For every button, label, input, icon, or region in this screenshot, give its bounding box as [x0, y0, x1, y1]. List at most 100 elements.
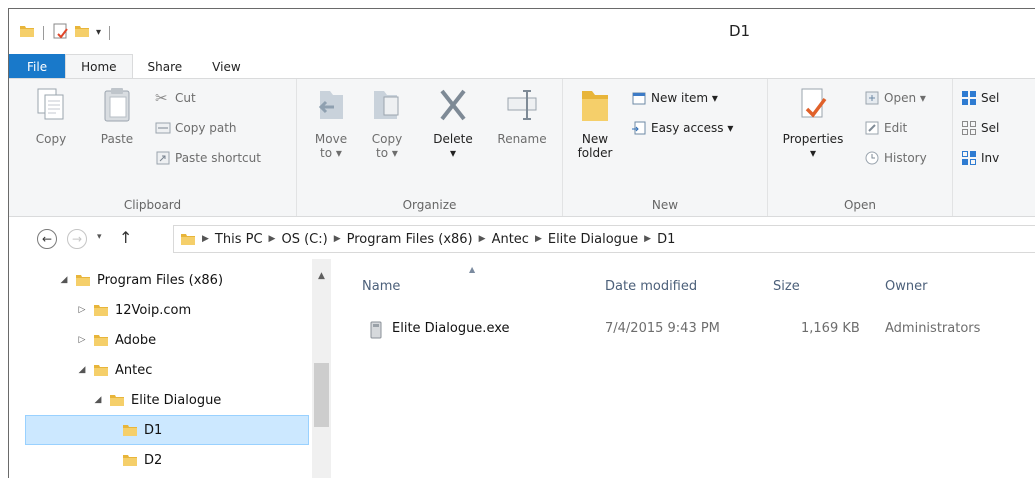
customize-qat-dropdown[interactable]: ▾: [96, 27, 101, 38]
navigation-scrollbar[interactable]: ▲: [312, 259, 331, 478]
content-area: ◢ Program Files (x86) ▷ 12Voip.com ▷ Ado…: [9, 259, 1035, 478]
copy-to-icon: [374, 91, 399, 119]
history-clock-icon: [865, 151, 879, 165]
properties-button[interactable]: Properties ▾: [776, 85, 850, 160]
tree-item-label: D1: [144, 422, 163, 438]
new-folder-qat-icon[interactable]: [74, 23, 90, 42]
new-folder-icon: [582, 91, 608, 121]
clipboard-icon: [104, 88, 130, 122]
delete-button[interactable]: Delete ▾: [427, 85, 479, 160]
group-label-new: New: [651, 198, 679, 212]
expanded-arrow-icon[interactable]: ◢: [93, 395, 103, 405]
breadcrumb-antec[interactable]: Antec: [492, 232, 529, 247]
cut-button[interactable]: ✂ Cut: [155, 87, 196, 109]
folder-icon: [110, 395, 124, 406]
address-path[interactable]: ▶ This PC ▶ OS (C:) ▶ Program Files (x86…: [173, 225, 1035, 253]
copy-path-label: Copy path: [175, 121, 237, 135]
rename-button[interactable]: Rename: [491, 85, 553, 146]
window-title: D1: [729, 22, 751, 40]
tree-item-antec[interactable]: ◢ Antec: [77, 355, 153, 385]
breadcrumb-os-c[interactable]: OS (C:): [281, 232, 327, 247]
scroll-thumb[interactable]: [314, 363, 329, 427]
breadcrumb-separator[interactable]: ▶: [479, 234, 486, 244]
easy-access-button[interactable]: Easy access ▾: [631, 117, 733, 139]
folder-icon: [181, 234, 195, 245]
tree-item-12voip[interactable]: ▷ 12Voip.com: [77, 295, 192, 325]
edit-pencil-icon: [865, 121, 879, 135]
breadcrumb-separator[interactable]: ▶: [269, 234, 276, 244]
breadcrumb-elite-dialogue[interactable]: Elite Dialogue: [548, 232, 638, 247]
delete-dropdown[interactable]: ▾: [427, 146, 479, 160]
group-label-organize: Organize: [402, 198, 457, 212]
paste-label: Paste: [100, 132, 134, 146]
select-none-button[interactable]: Sel: [961, 117, 999, 139]
invert-selection-label: Inv: [981, 151, 1000, 165]
table-row[interactable]: Elite Dialogue.exe 7/4/2015 9:43 PM 1,16…: [339, 317, 1019, 341]
file-owner: Administrators: [885, 321, 981, 336]
new-folder-button[interactable]: New folder: [575, 85, 615, 160]
folder-icon: [94, 305, 108, 316]
recent-locations-dropdown[interactable]: ▾: [97, 232, 102, 242]
breadcrumb-d1[interactable]: D1: [657, 232, 675, 247]
properties-qat-icon[interactable]: [52, 22, 70, 43]
copy-label: Copy: [35, 132, 67, 146]
invert-selection-button[interactable]: Inv: [961, 147, 999, 169]
select-all-button[interactable]: Sel: [961, 87, 999, 109]
ribbon-tabs: File Home Share View: [9, 54, 1035, 79]
breadcrumb-separator[interactable]: ▶: [535, 234, 542, 244]
paste-shortcut-button[interactable]: Paste shortcut: [155, 147, 261, 169]
collapsed-arrow-icon[interactable]: ▷: [77, 335, 87, 345]
tree-item-elite-dialogue[interactable]: ◢ Elite Dialogue: [93, 385, 222, 415]
copy-path-icon: [155, 122, 171, 134]
tab-view[interactable]: View: [197, 54, 255, 79]
tab-file[interactable]: File: [9, 54, 66, 79]
move-to-button[interactable]: Move to ▾: [311, 85, 351, 160]
edit-button[interactable]: Edit: [864, 117, 907, 139]
tree-item-adobe[interactable]: ▷ Adobe: [77, 325, 157, 355]
copy-button[interactable]: Copy: [31, 85, 71, 146]
expanded-arrow-icon[interactable]: ◢: [59, 275, 69, 285]
new-item-button[interactable]: New item ▾: [631, 87, 718, 109]
column-header-owner[interactable]: Owner: [885, 279, 927, 294]
breadcrumb-program-files[interactable]: Program Files (x86): [347, 232, 473, 247]
tree-item-label: D2: [144, 452, 163, 468]
executable-file-icon: [370, 321, 382, 339]
tree-item-label: Antec: [115, 362, 153, 378]
scroll-up-arrow-icon[interactable]: ▲: [312, 271, 331, 281]
column-header-size-label: Size: [773, 279, 800, 294]
tree-item-d2[interactable]: D2: [122, 445, 162, 475]
new-item-label: New item ▾: [651, 91, 718, 105]
breadcrumb-separator[interactable]: ▶: [334, 234, 341, 244]
breadcrumb-separator[interactable]: ▶: [202, 234, 209, 244]
forward-button[interactable]: →: [67, 229, 87, 249]
copy-to-button[interactable]: Copy to ▾: [367, 85, 407, 160]
breadcrumb-separator[interactable]: ▶: [644, 234, 651, 244]
expanded-arrow-icon[interactable]: ◢: [77, 365, 87, 375]
folder-icon: [19, 23, 35, 42]
tab-home[interactable]: Home: [65, 54, 133, 79]
rename-label: Rename: [497, 132, 547, 146]
breadcrumb-this-pc[interactable]: This PC: [215, 232, 263, 247]
tree-item-program-files[interactable]: ◢ Program Files (x86): [59, 265, 224, 295]
back-button[interactable]: ←: [37, 229, 57, 249]
move-to-label-2: to ▾: [320, 146, 342, 160]
tree-item-d1[interactable]: D1: [25, 415, 309, 445]
tab-share[interactable]: Share: [133, 54, 198, 79]
tree-item-label: Adobe: [115, 332, 157, 348]
properties-label: Properties: [782, 132, 844, 146]
paste-shortcut-label: Paste shortcut: [175, 151, 261, 165]
column-header-name-label: Name: [362, 279, 401, 294]
paste-button[interactable]: Paste: [93, 85, 141, 146]
open-button[interactable]: Open ▾: [864, 87, 926, 109]
group-open: Properties ▾ Open ▾ Edit History Open: [768, 79, 953, 216]
history-button[interactable]: History: [864, 147, 927, 169]
up-button[interactable]: ↑: [119, 228, 132, 247]
collapsed-arrow-icon[interactable]: ▷: [77, 305, 87, 315]
explorer-window: ▾ D1 File Home Share View Copy Paste ✂ C…: [8, 8, 1035, 478]
folder-icon: [123, 425, 137, 436]
column-header-size[interactable]: Size: [773, 279, 800, 294]
copy-path-button[interactable]: Copy path: [155, 117, 237, 139]
properties-dropdown[interactable]: ▾: [776, 146, 850, 160]
column-header-name[interactable]: Name: [362, 279, 400, 294]
column-header-date-modified[interactable]: Date modified: [605, 279, 697, 294]
